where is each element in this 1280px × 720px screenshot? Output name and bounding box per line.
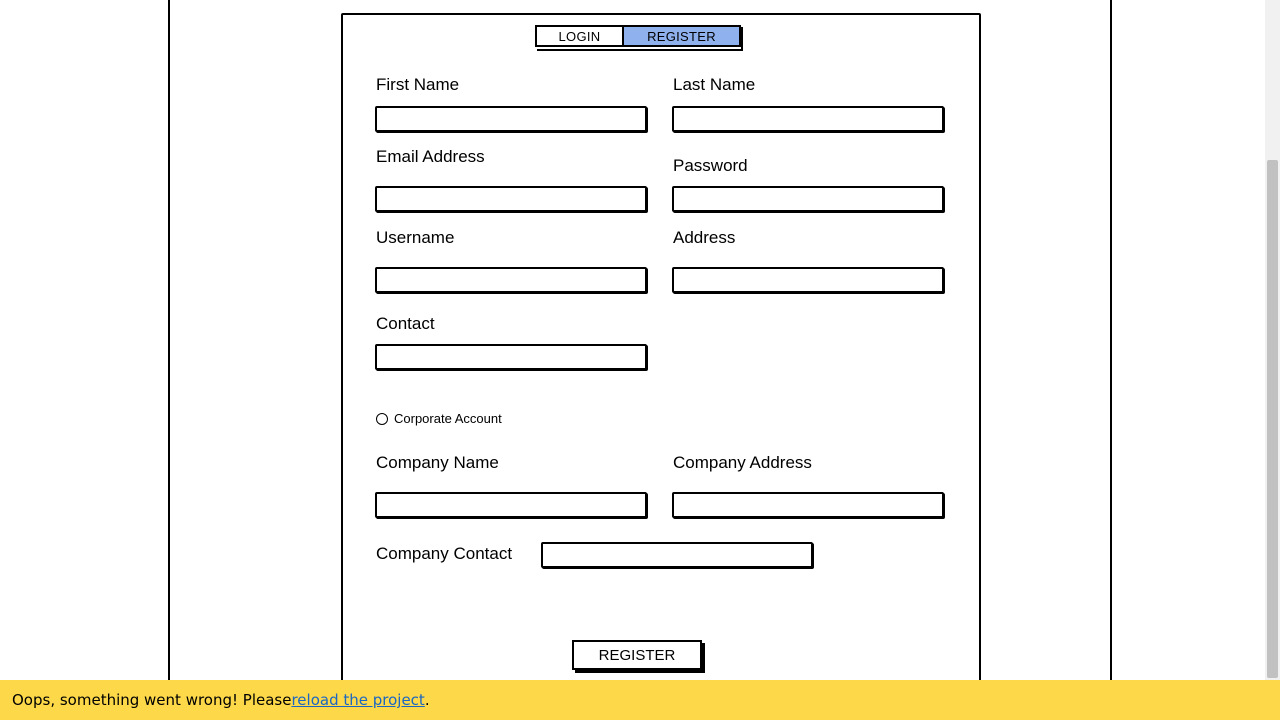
corporate-account-option[interactable]: Corporate Account [376,411,502,426]
reload-project-link[interactable]: reload the project [291,691,424,709]
auth-tabs: LOGIN REGISTER [535,25,741,49]
register-button[interactable]: REGISTER [572,640,702,670]
address-field[interactable] [672,267,944,293]
error-suffix: . [424,691,430,709]
first-name-field[interactable] [375,106,647,132]
tab-login[interactable]: LOGIN [535,25,623,47]
email-label: Email Address [376,147,485,166]
tab-register[interactable]: REGISTER [623,25,741,47]
error-banner: Oops, something went wrong! Please reloa… [0,680,1280,720]
last-name-field[interactable] [672,106,944,132]
company-name-label: Company Name [376,453,499,472]
password-label: Password [673,156,748,175]
corporate-account-radio[interactable] [376,412,388,425]
error-message: Oops, something went wrong! Please [12,691,292,709]
company-name-field[interactable] [375,492,647,518]
vertical-scrollbar[interactable] [1265,0,1280,680]
company-contact-field[interactable] [541,542,813,568]
company-contact-label: Company Contact [376,544,513,563]
first-name-label: First Name [376,75,460,94]
corporate-account-label: Corporate Account [394,411,502,426]
company-address-field[interactable] [672,492,944,518]
address-label: Address [673,228,736,247]
email-field[interactable] [375,186,647,212]
contact-field[interactable] [375,344,647,370]
password-field[interactable] [672,186,944,212]
contact-label: Contact [376,314,435,333]
company-address-label: Company Address [673,453,812,472]
last-name-label: Last Name [673,75,756,94]
username-label: Username [376,228,455,247]
scrollbar-thumb[interactable] [1267,160,1278,678]
username-field[interactable] [375,267,647,293]
